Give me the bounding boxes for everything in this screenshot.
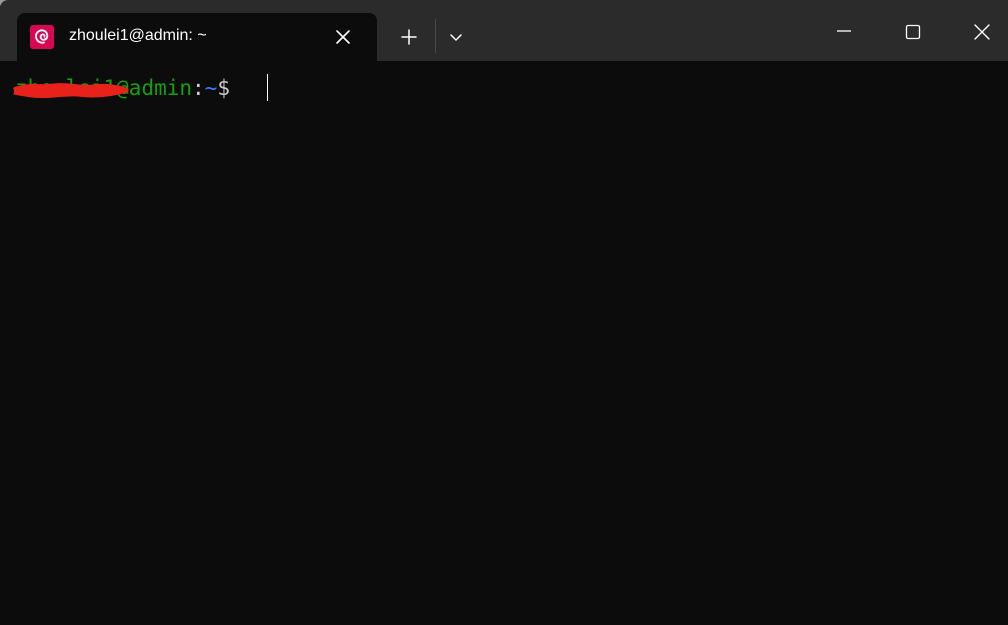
tab-title: zhoulei1@admin: ~: [69, 27, 207, 44]
terminal-pane[interactable]: zhoulei1@admin:~$: [3, 61, 1008, 625]
title-bar[interactable]: zhoulei1@admin: ~: [0, 0, 1008, 61]
terminal-window: zhoulei1@admin: ~ @admin:~$: [0, 0, 1008, 625]
text-cursor: [267, 74, 268, 101]
maximize-icon[interactable]: [890, 0, 936, 61]
tab-close-icon[interactable]: [332, 26, 354, 48]
debian-logo-icon: [30, 25, 54, 49]
tab-terminal[interactable]: zhoulei1@admin: ~: [17, 13, 377, 61]
close-icon[interactable]: [959, 0, 1005, 61]
minimize-icon[interactable]: [821, 0, 867, 61]
new-tab-plus-icon[interactable]: [396, 24, 422, 50]
prompt-colon: :: [192, 76, 205, 100]
prompt-symbol: $: [217, 76, 230, 100]
dropdown-chevron-icon[interactable]: [445, 26, 467, 48]
prompt-path: ~: [204, 76, 218, 100]
redaction-scribble: [13, 83, 129, 99]
tab-separator: [435, 19, 436, 53]
